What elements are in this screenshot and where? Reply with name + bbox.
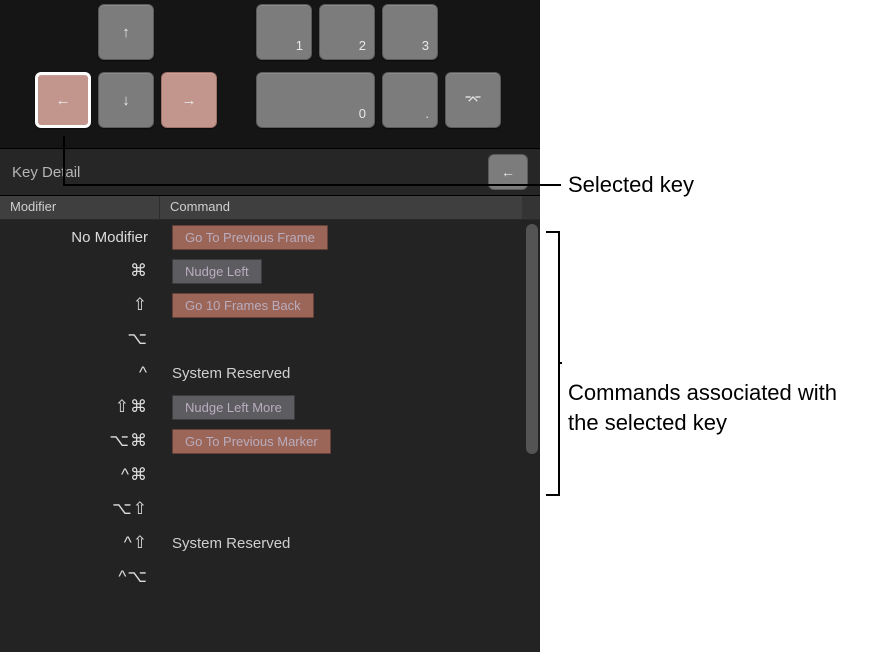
callout-commands: Commands associated with the selected ke…: [568, 378, 858, 437]
column-command[interactable]: Command: [160, 196, 522, 219]
key-up[interactable]: ↑: [98, 4, 154, 60]
table-row[interactable]: ⇧⌘ Nudge Left More: [0, 390, 540, 424]
modifier-cell: ^⇧: [0, 533, 160, 553]
command-cell: Nudge Left: [160, 259, 540, 284]
key-num-1[interactable]: 1: [256, 4, 312, 60]
callout-selected-key: Selected key: [568, 170, 694, 200]
table-row[interactable]: ⌥⇧: [0, 492, 540, 526]
key-commands-panel: ↑ ← ↓ → 1 2 3 0 . ⌤ Key Detail ← Modifie…: [0, 0, 540, 652]
key-detail-title: Key Detail: [12, 164, 80, 181]
table-row[interactable]: No Modifier Go To Previous Frame: [0, 220, 540, 254]
key-num-dot[interactable]: .: [382, 72, 438, 128]
key-detail-list: No Modifier Go To Previous Frame ⌘ Nudge…: [0, 220, 540, 652]
table-row[interactable]: ^⌘: [0, 458, 540, 492]
modifier-cell: ⌥⇧: [0, 499, 160, 519]
command-chip[interactable]: Go To Previous Marker: [172, 429, 331, 454]
command-chip[interactable]: Go To Previous Frame: [172, 225, 328, 250]
column-modifier[interactable]: Modifier: [0, 196, 160, 219]
table-row[interactable]: ^⌥: [0, 560, 540, 594]
callout-leader: [63, 184, 561, 186]
command-cell: Go 10 Frames Back: [160, 293, 540, 318]
key-num-2[interactable]: 2: [319, 4, 375, 60]
command-cell: System Reserved: [160, 535, 540, 552]
modifier-cell: ^⌥: [0, 567, 160, 587]
callout-leader: [63, 136, 65, 186]
scrollbar-thumb[interactable]: [526, 224, 538, 454]
table-row[interactable]: ⇧ Go 10 Frames Back: [0, 288, 540, 322]
key-num-0[interactable]: 0: [256, 72, 375, 128]
modifier-cell: ^: [0, 363, 160, 383]
command-chip[interactable]: Go 10 Frames Back: [172, 293, 314, 318]
command-chip[interactable]: Nudge Left More: [172, 395, 295, 420]
table-row[interactable]: ⌥: [0, 322, 540, 356]
callout-bracket: [546, 231, 560, 496]
modifier-cell: No Modifier: [0, 229, 160, 246]
modifier-cell: ⇧⌘: [0, 397, 160, 417]
modifier-cell: ⌘: [0, 261, 160, 281]
keyboard-cluster: ↑ ← ↓ → 1 2 3 0 . ⌤: [0, 0, 540, 148]
key-down[interactable]: ↓: [98, 72, 154, 128]
key-detail-columns: Modifier Command: [0, 196, 540, 220]
callout-leader: [560, 362, 562, 364]
modifier-cell: ⌥: [0, 329, 160, 349]
table-row[interactable]: ⌥⌘ Go To Previous Marker: [0, 424, 540, 458]
key-num-enter[interactable]: ⌤: [445, 72, 501, 128]
key-right[interactable]: →: [161, 72, 217, 128]
table-row[interactable]: ^⇧ System Reserved: [0, 526, 540, 560]
table-row[interactable]: ^ System Reserved: [0, 356, 540, 390]
modifier-cell: ⌥⌘: [0, 431, 160, 451]
key-left[interactable]: ←: [35, 72, 91, 128]
modifier-cell: ⇧: [0, 295, 160, 315]
command-cell: Go To Previous Frame: [160, 225, 540, 250]
key-detail-header: Key Detail ←: [0, 148, 540, 196]
command-cell: Go To Previous Marker: [160, 429, 540, 454]
command-cell: Nudge Left More: [160, 395, 540, 420]
modifier-cell: ^⌘: [0, 465, 160, 485]
command-chip[interactable]: Nudge Left: [172, 259, 262, 284]
key-num-3[interactable]: 3: [382, 4, 438, 60]
table-row[interactable]: ⌘ Nudge Left: [0, 254, 540, 288]
command-cell: System Reserved: [160, 365, 540, 382]
